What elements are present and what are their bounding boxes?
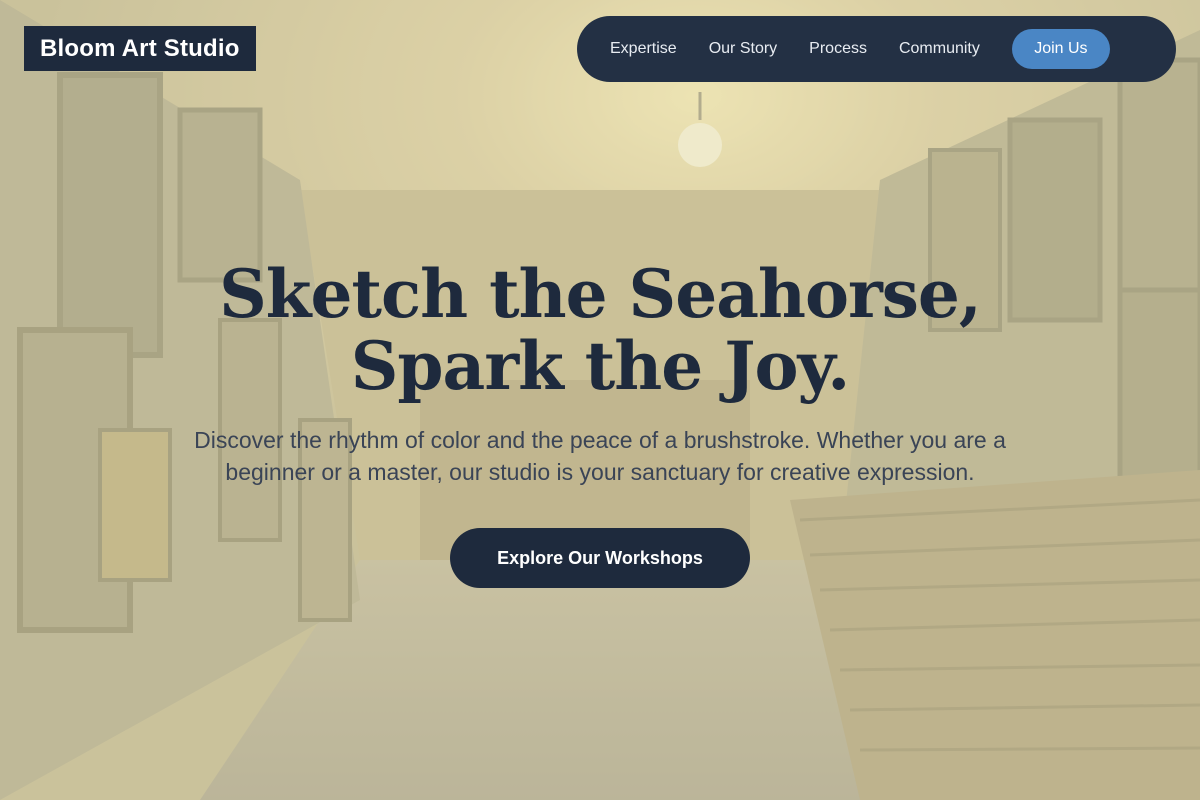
brand-logo[interactable]: Bloom Art Studio <box>24 26 256 71</box>
main-nav: Expertise Our Story Process Community Jo… <box>577 16 1176 82</box>
hero-headline-line-1: Sketch the Seahorse, <box>219 255 982 333</box>
join-us-button[interactable]: Join Us <box>1011 29 1110 69</box>
nav-link-process[interactable]: Process <box>809 40 867 58</box>
explore-workshops-button[interactable]: Explore Our Workshops <box>450 528 750 588</box>
hero-headline: Sketch the Seahorse, Spark the Joy. <box>0 258 1200 402</box>
hero-subtitle: Discover the rhythm of color and the pea… <box>194 427 1006 485</box>
hero-section: Sketch the Seahorse, Spark the Joy. Disc… <box>0 258 1200 588</box>
hero-headline-line-2: Spark the Joy. <box>350 327 850 405</box>
nav-link-community[interactable]: Community <box>899 40 980 58</box>
nav-link-our-story[interactable]: Our Story <box>709 40 777 58</box>
nav-link-expertise[interactable]: Expertise <box>610 40 677 58</box>
